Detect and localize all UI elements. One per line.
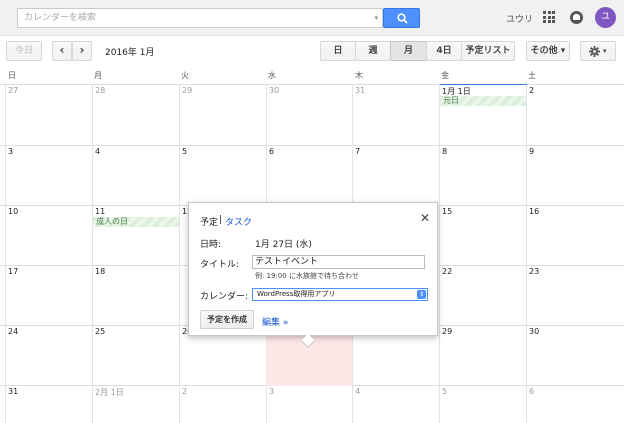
day-number[interactable]: 7 — [355, 147, 360, 156]
title-input[interactable]: テストイベント — [252, 255, 425, 269]
day-divider — [92, 84, 93, 423]
settings-button[interactable]: ▾ — [580, 41, 616, 61]
tab-event[interactable]: 予定 — [200, 215, 218, 228]
settings-caret-icon: ▾ — [603, 47, 607, 55]
view-agenda-button[interactable]: 予定リスト — [461, 41, 515, 61]
day-divider — [526, 84, 527, 423]
notifications-icon[interactable] — [570, 11, 583, 24]
day-number[interactable]: 27 — [8, 86, 18, 95]
view-day-button[interactable]: 日 — [320, 41, 356, 61]
current-month-label: 2016年 1月 — [105, 48, 155, 58]
day-number[interactable]: 5 — [442, 387, 447, 396]
weekday-sun: 日 — [8, 71, 16, 80]
weekday-sat: 土 — [528, 71, 536, 80]
day-number[interactable]: 6 — [269, 147, 274, 156]
weekday-tue: 火 — [181, 71, 189, 80]
week-divider — [0, 84, 624, 85]
day-number[interactable]: 5 — [182, 147, 187, 156]
date-label: 日時: — [200, 240, 222, 250]
day-number[interactable]: 29 — [182, 86, 192, 95]
create-event-button[interactable]: 予定を作成 — [200, 310, 254, 329]
search-placeholder: カレンダーを検索 — [24, 13, 97, 23]
close-icon[interactable]: ✕ — [420, 211, 430, 225]
chevron-down-icon: ⇕ — [417, 290, 426, 299]
apps-grid-icon[interactable] — [543, 11, 555, 23]
day-number[interactable]: 9 — [529, 147, 534, 156]
tab-task[interactable]: タスク — [225, 215, 252, 228]
day-number[interactable]: 4 — [95, 147, 100, 156]
view-month-button[interactable]: 月 — [390, 41, 427, 61]
search-input[interactable]: カレンダーを検索 ▾ — [17, 8, 383, 28]
day-number[interactable]: 2 — [182, 387, 187, 396]
day-number[interactable]: 6 — [529, 387, 534, 396]
search-options-icon[interactable]: ▾ — [374, 9, 378, 27]
today-button[interactable]: 今日 — [6, 41, 42, 61]
weekday-thu: 木 — [355, 71, 363, 80]
title-label: タイトル: — [200, 260, 240, 270]
day-number[interactable]: 28 — [95, 86, 105, 95]
holiday-event[interactable]: 元日 — [440, 96, 526, 106]
day-number[interactable]: 31 — [8, 387, 18, 396]
calendar-select-value: WordPress取得用アプリ — [257, 290, 336, 298]
day-number[interactable]: 2 — [529, 86, 534, 95]
edit-details-link[interactable]: 編集 » — [262, 315, 288, 328]
next-button[interactable]: › — [72, 41, 92, 61]
search-button[interactable] — [383, 8, 420, 28]
day-number[interactable]: 31 — [355, 86, 365, 95]
day-number[interactable]: 11 — [95, 207, 105, 216]
today-indicator — [440, 84, 527, 85]
top-bar: カレンダーを検索 ▾ ユウリ ユ — [0, 0, 624, 36]
day-number[interactable]: 4 — [355, 387, 360, 396]
holiday-event[interactable]: 成人の日 — [93, 217, 179, 227]
day-number[interactable]: 2月 1日 — [95, 387, 124, 398]
day-divider — [179, 84, 180, 423]
calendar-select[interactable]: WordPress取得用アプリ ⇕ — [252, 288, 428, 301]
prev-button[interactable]: ‹ — [52, 41, 72, 61]
weekday-wed: 水 — [268, 71, 276, 80]
view-4day-button[interactable]: 4日 — [426, 41, 462, 61]
day-number[interactable]: 30 — [529, 327, 539, 336]
view-week-button[interactable]: 週 — [355, 41, 391, 61]
day-number[interactable]: 3 — [269, 387, 274, 396]
day-number[interactable]: 25 — [95, 327, 105, 336]
day-number[interactable]: 29 — [442, 327, 452, 336]
weekday-mon: 月 — [94, 71, 102, 80]
calendar-label: カレンダー: — [200, 292, 249, 302]
day-number[interactable]: 17 — [8, 267, 18, 276]
day-number[interactable]: 8 — [442, 147, 447, 156]
day-divider — [5, 84, 6, 423]
quick-add-event-dialog: 予定 | タスク ✕ 日時: 1月 27日 (水) タイトル: テストイベント … — [188, 202, 438, 349]
day-number[interactable]: 22 — [442, 267, 452, 276]
day-number[interactable]: 16 — [529, 207, 539, 216]
user-name[interactable]: ユウリ — [506, 12, 533, 25]
avatar[interactable]: ユ — [595, 7, 616, 28]
day-number[interactable]: 10 — [8, 207, 18, 216]
title-hint: 例: 19:00 に水族館で待ち合わせ — [255, 272, 359, 280]
more-views-button[interactable]: その他 ▾ — [526, 41, 570, 61]
date-value: 1月 27日 (水) — [255, 240, 312, 250]
day-number[interactable]: 15 — [442, 207, 452, 216]
day-number[interactable]: 24 — [8, 327, 18, 336]
day-divider — [439, 84, 440, 423]
weekday-fri: 金 — [441, 71, 449, 80]
tab-separator: | — [219, 215, 223, 225]
day-number[interactable]: 23 — [529, 267, 539, 276]
day-number[interactable]: 3 — [8, 147, 13, 156]
day-number[interactable]: 18 — [95, 267, 105, 276]
week-divider — [0, 145, 624, 146]
day-number[interactable]: 30 — [269, 86, 279, 95]
search-icon — [397, 13, 408, 24]
gear-icon — [589, 46, 600, 57]
